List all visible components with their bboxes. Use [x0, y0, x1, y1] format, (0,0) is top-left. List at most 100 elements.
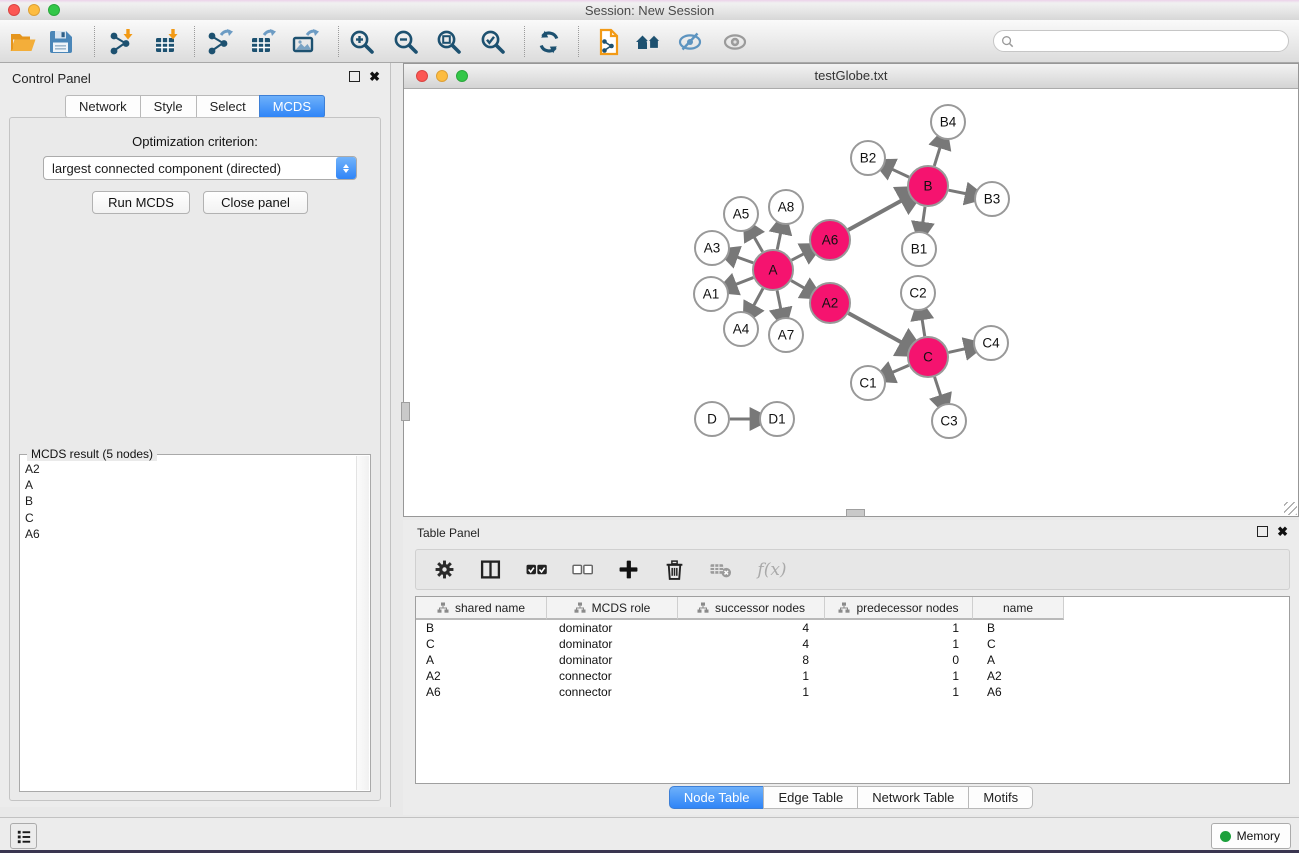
- graph-edge-B-B4[interactable]: [934, 146, 940, 166]
- export-table-button[interactable]: [247, 27, 277, 57]
- table-cell[interactable]: 1: [825, 621, 973, 635]
- graph-edge-B-B3[interactable]: [949, 190, 968, 194]
- tab-select[interactable]: Select: [196, 95, 259, 118]
- graph-node-A1[interactable]: A1: [694, 277, 728, 311]
- node-table[interactable]: shared nameMCDS rolesuccessor nodesprede…: [415, 596, 1290, 784]
- result-scrollbar[interactable]: [356, 456, 369, 790]
- table-cell[interactable]: 4: [678, 637, 825, 651]
- window-edge-grip[interactable]: [401, 402, 410, 421]
- graph-node-A6[interactable]: A6: [810, 220, 850, 260]
- column-header-name[interactable]: name: [973, 597, 1064, 620]
- tab-network-table[interactable]: Network Table: [857, 786, 968, 809]
- graph-node-A7[interactable]: A7: [769, 318, 803, 352]
- gear-button[interactable]: [432, 558, 456, 582]
- tab-mcds[interactable]: MCDS: [259, 95, 325, 118]
- graph-node-C3[interactable]: C3: [932, 404, 966, 438]
- function-builder-button[interactable]: f(x): [754, 558, 790, 582]
- graph-edge-A-A6[interactable]: [792, 253, 806, 260]
- network-window-titlebar[interactable]: testGlobe.txt: [404, 64, 1298, 89]
- tab-style[interactable]: Style: [140, 95, 196, 118]
- graph-node-D[interactable]: D: [695, 402, 729, 436]
- table-cell[interactable]: B: [973, 621, 1064, 635]
- table-cell[interactable]: dominator: [547, 621, 678, 635]
- tab-node-table[interactable]: Node Table: [669, 786, 764, 809]
- table-row[interactable]: A6connector11A6: [416, 684, 1289, 700]
- result-item[interactable]: C: [25, 510, 356, 526]
- table-cell[interactable]: 1: [678, 669, 825, 683]
- split-columns-button[interactable]: [478, 558, 502, 582]
- export-image-button[interactable]: [290, 27, 320, 57]
- import-network-button[interactable]: [106, 27, 136, 57]
- graph-node-C[interactable]: C: [908, 337, 948, 377]
- column-header-successor-nodes[interactable]: successor nodes: [678, 597, 825, 620]
- graph-node-B4[interactable]: B4: [931, 105, 965, 139]
- result-item[interactable]: A: [25, 477, 356, 493]
- graph-edge-B-B2[interactable]: [891, 169, 909, 178]
- table-cell[interactable]: connector: [547, 685, 678, 699]
- zoom-in-button[interactable]: [347, 27, 377, 57]
- table-cell[interactable]: 1: [825, 669, 973, 683]
- graph-edge-C-C4[interactable]: [948, 348, 966, 352]
- zoom-selected-button[interactable]: [478, 27, 508, 57]
- zoom-out-button[interactable]: [391, 27, 421, 57]
- float-panel-icon[interactable]: [349, 71, 360, 82]
- task-history-button[interactable]: [10, 823, 37, 849]
- graph-node-B[interactable]: B: [908, 166, 948, 206]
- graph-edge-A-A7[interactable]: [777, 291, 781, 311]
- graph-edge-C-C1[interactable]: [891, 365, 909, 373]
- table-cell[interactable]: dominator: [547, 637, 678, 651]
- graph-node-C4[interactable]: C4: [974, 326, 1008, 360]
- home-button[interactable]: [634, 27, 664, 57]
- graph-node-D1[interactable]: D1: [760, 402, 794, 436]
- graph-node-A2[interactable]: A2: [810, 283, 850, 323]
- criterion-select[interactable]: largest connected component (directed): [43, 156, 357, 180]
- table-cell[interactable]: A: [416, 653, 547, 667]
- table-cell[interactable]: connector: [547, 669, 678, 683]
- show-graphics-details-button[interactable]: [721, 27, 751, 57]
- graph-node-B2[interactable]: B2: [851, 141, 885, 175]
- graph-edge-A-A1[interactable]: [734, 278, 753, 285]
- graph-node-A5[interactable]: A5: [724, 197, 758, 231]
- tab-network[interactable]: Network: [65, 95, 140, 118]
- table-cell[interactable]: A6: [416, 685, 547, 699]
- table-cell[interactable]: C: [416, 637, 547, 651]
- run-mcds-button[interactable]: Run MCDS: [92, 191, 190, 214]
- result-item[interactable]: A2: [25, 461, 356, 477]
- close-panel-button[interactable]: Close panel: [203, 191, 308, 214]
- search-box[interactable]: [993, 30, 1289, 52]
- table-row[interactable]: Cdominator41C: [416, 636, 1289, 652]
- graph-node-A[interactable]: A: [753, 250, 793, 290]
- table-cell[interactable]: B: [416, 621, 547, 635]
- graph-edge-A-A5[interactable]: [753, 236, 762, 252]
- graph-node-C1[interactable]: C1: [851, 366, 885, 400]
- graph-node-A8[interactable]: A8: [769, 190, 803, 224]
- graph-edge-B-B1[interactable]: [923, 207, 925, 224]
- table-row[interactable]: A2connector11A2: [416, 668, 1289, 684]
- refresh-button[interactable]: [534, 27, 564, 57]
- network-from-file-button[interactable]: [594, 27, 624, 57]
- table-cell[interactable]: C: [973, 637, 1064, 651]
- save-session-button[interactable]: [46, 27, 76, 57]
- add-column-button[interactable]: [616, 558, 640, 582]
- result-item[interactable]: B: [25, 493, 356, 509]
- graph-node-C2[interactable]: C2: [901, 276, 935, 310]
- table-cell[interactable]: A6: [973, 685, 1064, 699]
- graph-node-A3[interactable]: A3: [695, 231, 729, 265]
- table-cell[interactable]: 1: [678, 685, 825, 699]
- zoom-fit-button[interactable]: [434, 27, 464, 57]
- hide-graphics-details-button[interactable]: [676, 27, 706, 57]
- graph-node-B1[interactable]: B1: [902, 232, 936, 266]
- window-edge-grip[interactable]: [846, 509, 865, 517]
- import-table-button[interactable]: [151, 27, 181, 57]
- export-network-button[interactable]: [204, 27, 234, 57]
- column-header-shared-name[interactable]: shared name: [416, 597, 547, 620]
- tab-edge-table[interactable]: Edge Table: [763, 786, 857, 809]
- graph-edge-A6-B[interactable]: [848, 200, 903, 230]
- graph-edge-C-C3[interactable]: [935, 377, 942, 397]
- graph-edge-A-A4[interactable]: [753, 288, 763, 307]
- select-all-checkboxes-button[interactable]: [524, 558, 548, 582]
- graph-edge-A-A2[interactable]: [791, 281, 806, 289]
- tab-motifs[interactable]: Motifs: [968, 786, 1033, 809]
- network-canvas[interactable]: B4B2BB3A8A5A6A3B1AC2A1A2A4A7C4CC1C3DD1: [404, 89, 1298, 516]
- table-cell[interactable]: 0: [825, 653, 973, 667]
